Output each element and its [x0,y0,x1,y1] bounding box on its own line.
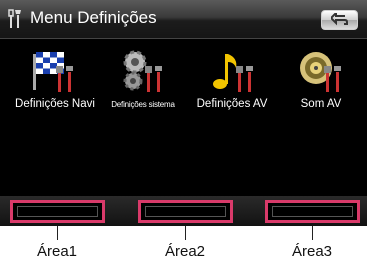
area2-slot [145,206,226,217]
title-bar: Menu Definições [0,0,367,39]
callout-area3: Área3 [291,243,333,260]
callout-line-1 [57,226,58,240]
menu-item-definicoes-av[interactable]: Definições AV [190,48,274,118]
menu-item-label: Definições AV [196,98,268,110]
gears-tools-icon [123,50,162,92]
device-screen: Menu Definições Definições Navi Definiçõ… [0,0,367,226]
callout-line-2 [185,226,186,240]
music-note-tools-icon [213,54,253,92]
area1-slot [17,206,98,217]
menu-item-som-av[interactable]: Som AV [282,48,360,118]
callout-area2: Área2 [164,243,206,260]
checkered-flag-tools-icon [33,52,73,92]
area3-highlight[interactable] [265,200,360,223]
page-title: Menu Definições [30,8,157,27]
back-button[interactable] [321,10,358,30]
area2-highlight[interactable] [138,200,233,223]
menu-item-label: Som AV [300,98,342,110]
settings-tools-icon [8,9,22,29]
callout-line-3 [312,226,313,240]
callout-area1: Área1 [36,243,78,260]
area3-slot [272,206,353,217]
menu-item-definicoes-navi[interactable]: Definições Navi [10,48,100,118]
menu-item-label: Definições Navi [15,98,95,110]
speaker-tools-icon [300,52,341,92]
area1-highlight[interactable] [10,200,105,223]
menu-item-label: Definições sistema [111,100,175,109]
back-arrow-icon [331,13,348,26]
menu-item-definicoes-sistema[interactable]: Definições sistema [107,48,179,118]
